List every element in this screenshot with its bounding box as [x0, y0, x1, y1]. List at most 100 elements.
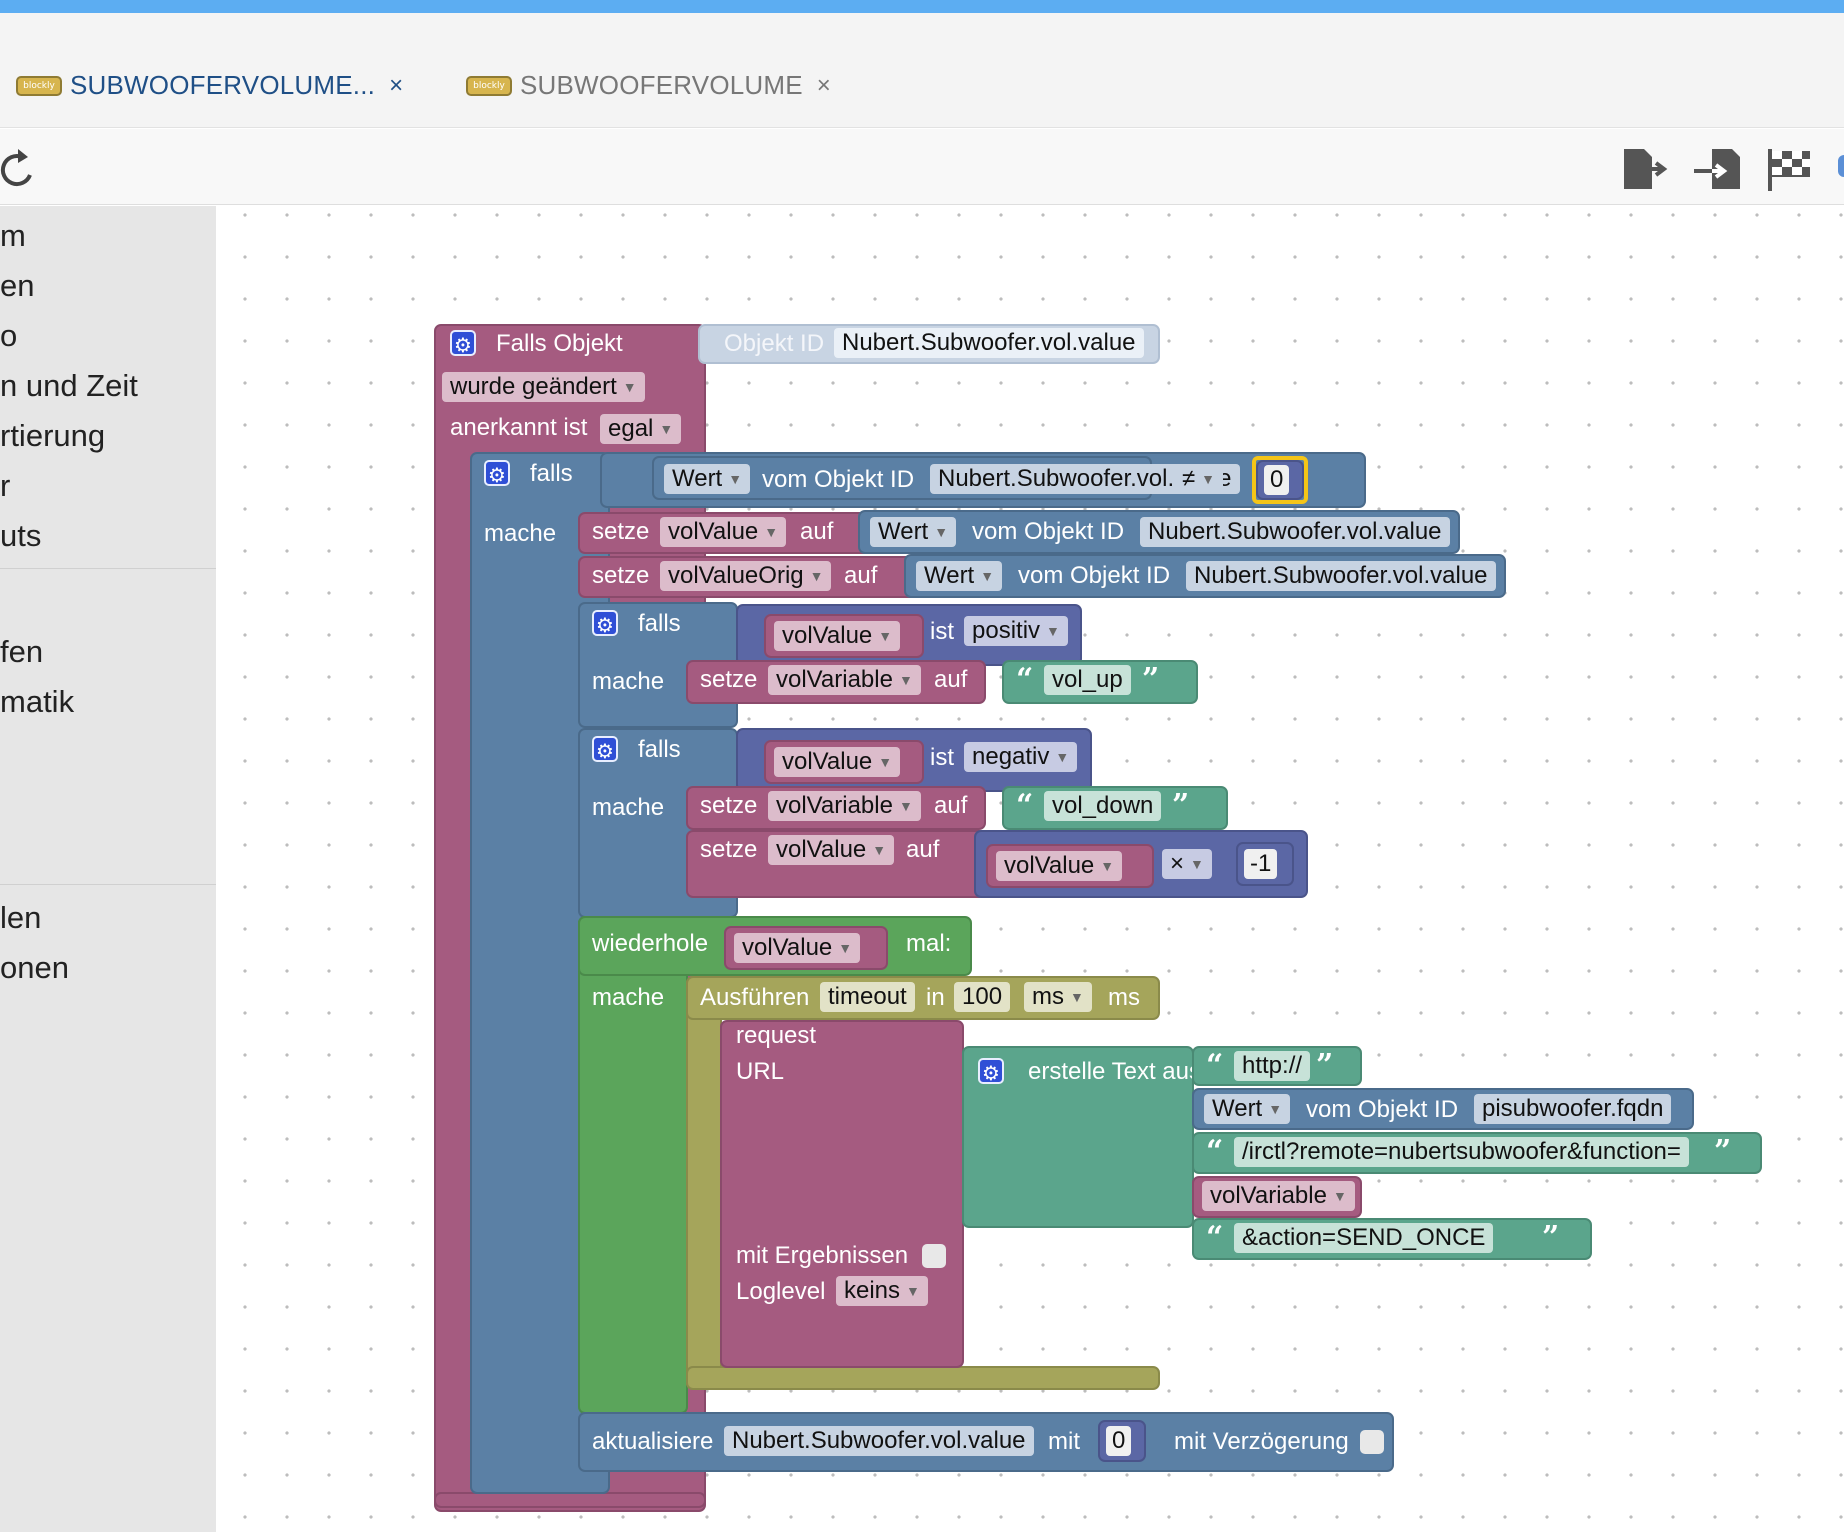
set-label: setze	[700, 836, 758, 863]
set-label: setze	[592, 562, 650, 589]
text-value[interactable]: http://	[1234, 1051, 1311, 1081]
number-value[interactable]: -1	[1244, 849, 1278, 879]
blockly-logo-icon: blockly	[466, 75, 512, 96]
variable-dropdown[interactable]: volValueOrig ▼	[660, 561, 832, 591]
attr-value: Wert	[878, 518, 929, 545]
set-label: setze	[700, 666, 758, 693]
flag-icon[interactable]	[1764, 145, 1816, 193]
variable-dropdown[interactable]: volValue ▼	[996, 851, 1123, 881]
text-value[interactable]: vol_down	[1044, 791, 1162, 821]
toolbar-overflow-icon[interactable]	[1838, 155, 1844, 177]
trigger-title: Falls Objekt	[496, 330, 623, 357]
of-label: vom Objekt ID	[972, 518, 1125, 545]
unit-dropdown[interactable]: ms ▼	[1024, 982, 1092, 1012]
ack-dropdown[interactable]: egal ▼	[600, 414, 682, 444]
attr-dropdown[interactable]: Wert ▼	[1204, 1094, 1291, 1124]
attr-dropdown[interactable]: Wert ▼	[664, 464, 751, 494]
variable-dropdown[interactable]: volValue ▼	[734, 933, 861, 963]
attr-value: Wert	[672, 465, 723, 492]
category-item[interactable]: onen	[0, 950, 69, 986]
unit-value: ms	[1032, 983, 1064, 1010]
tab-close-icon[interactable]: ×	[817, 72, 831, 100]
variable-value: volValue	[776, 836, 867, 863]
operator-dropdown[interactable]: × ▼	[1162, 849, 1212, 879]
object-id-label: Objekt ID	[724, 330, 825, 357]
operator-dropdown[interactable]: ≠ ▼	[1174, 464, 1224, 494]
tab-subwoofervolume-2[interactable]: blockly SUBWOOFERVOLUME ×	[466, 58, 831, 113]
variable-dropdown[interactable]: volValue ▼	[774, 621, 901, 651]
number-value[interactable]: 0	[1264, 465, 1290, 495]
text-value[interactable]: &action=SEND_ONCE	[1234, 1223, 1494, 1253]
object-id-value[interactable]: Nubert.Subwoofer.vol.value	[834, 328, 1144, 358]
operator-value: ≠	[1182, 465, 1196, 492]
category-separator	[0, 884, 216, 885]
variable-dropdown[interactable]: volVariable ▼	[768, 791, 921, 821]
gear-icon[interactable]: ⚙	[484, 460, 510, 487]
variable-dropdown[interactable]: volVariable ▼	[1202, 1181, 1355, 1211]
gear-icon[interactable]: ⚙	[592, 736, 618, 763]
category-item[interactable]: o	[0, 318, 17, 354]
gear-icon[interactable]: ⚙	[978, 1058, 1004, 1085]
update-label: aktualisiere	[592, 1428, 714, 1455]
tab-bar: blockly SUBWOOFERVOLUME... × blockly SUB…	[0, 13, 1844, 133]
export-icon[interactable]	[1620, 145, 1672, 193]
results-label: mit Ergebnissen	[736, 1242, 909, 1269]
variable-dropdown[interactable]: volValue ▼	[768, 835, 895, 865]
object-id-value[interactable]: pisubwoofer.fqdn	[1474, 1094, 1672, 1124]
category-item[interactable]: fen	[0, 634, 43, 670]
if-label: falls	[638, 610, 681, 637]
variable-value: volVariable	[776, 666, 893, 693]
delay-checkbox[interactable]	[1360, 1430, 1384, 1454]
property-dropdown[interactable]: positiv ▼	[964, 616, 1068, 646]
import-icon[interactable]	[1692, 145, 1744, 193]
results-checkbox[interactable]	[922, 1244, 946, 1268]
timeout-value-field[interactable]: 100	[954, 982, 1011, 1012]
category-item[interactable]: uts	[0, 518, 41, 554]
category-item[interactable]: len	[0, 900, 41, 936]
window-accent-bar	[0, 0, 1844, 13]
object-id-value[interactable]: Nubert.Subwoofer.vol.value	[724, 1426, 1034, 1456]
join-label: erstelle Text aus	[1028, 1058, 1201, 1085]
category-item[interactable]: matik	[0, 684, 74, 720]
object-id-value[interactable]: Nubert.Subwoofer.vol.value	[1140, 517, 1450, 547]
ack-value: egal	[608, 415, 654, 442]
variable-value: volVariable	[1210, 1182, 1327, 1209]
timeout-block[interactable]	[686, 976, 722, 1390]
request-title: request	[736, 1022, 817, 1049]
variable-value: volValueOrig	[668, 562, 804, 589]
variable-dropdown[interactable]: volValue ▼	[774, 747, 901, 777]
text-value[interactable]: vol_up	[1044, 665, 1131, 695]
text-value[interactable]: /irctl?remote=nubertsubwoofer&function=	[1234, 1137, 1689, 1167]
object-id-value[interactable]: Nubert.Subwoofer.vol.value	[1186, 561, 1496, 591]
attr-dropdown[interactable]: Wert ▼	[916, 561, 1003, 591]
loglevel-dropdown[interactable]: keins ▼	[836, 1276, 928, 1306]
of-label: vom Objekt ID	[762, 466, 915, 493]
attr-dropdown[interactable]: Wert ▼	[870, 517, 957, 547]
variable-dropdown[interactable]: volValue ▼	[660, 517, 787, 547]
with-label: mit	[1048, 1428, 1080, 1455]
category-item[interactable]: en	[0, 268, 34, 304]
variable-dropdown[interactable]: volVariable ▼	[768, 665, 921, 695]
changed-dropdown[interactable]: wurde geändert ▼	[442, 372, 645, 402]
blockly-workspace[interactable]: ⚙ Falls Objekt wurde geändert ▼ anerkannt…	[216, 206, 1844, 1532]
timeout-name-field[interactable]: timeout	[820, 982, 915, 1012]
gear-icon[interactable]: ⚙	[450, 330, 476, 357]
category-item[interactable]: rtierung	[0, 418, 105, 454]
property-dropdown[interactable]: negativ ▼	[964, 742, 1078, 772]
gear-icon[interactable]: ⚙	[592, 610, 618, 637]
category-separator	[0, 568, 216, 569]
refresh-icon[interactable]	[0, 145, 46, 193]
to-label: auf	[934, 792, 968, 819]
set-label: setze	[700, 792, 758, 819]
number-value[interactable]: 0	[1106, 1426, 1132, 1456]
category-item[interactable]: m	[0, 218, 26, 254]
category-item[interactable]: n und Zeit	[0, 368, 138, 404]
tab-close-icon[interactable]: ×	[389, 72, 403, 100]
quote-close-icon: ”	[1172, 788, 1190, 823]
timeout-footer	[686, 1366, 1160, 1390]
category-item[interactable]: r	[0, 468, 10, 504]
attr-value: Wert	[924, 562, 975, 589]
loglevel-value: keins	[844, 1277, 901, 1304]
to-label: auf	[906, 836, 940, 863]
tab-subwoofervolume-1[interactable]: blockly SUBWOOFERVOLUME... ×	[16, 58, 403, 113]
